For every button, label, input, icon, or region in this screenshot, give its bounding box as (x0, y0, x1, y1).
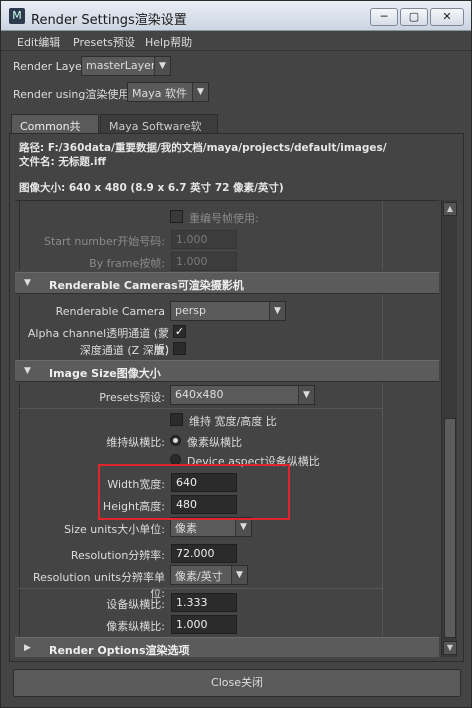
chevron-down-icon: ▼ (154, 57, 170, 75)
tab-maya-software[interactable]: Maya Software软件 (100, 114, 218, 149)
start-number-label: Start number开始号码: (43, 235, 165, 248)
divider (19, 408, 383, 409)
render-layer-value: masterLayer (86, 59, 156, 72)
device-aspect-ratio-field[interactable]: 1.333 (171, 593, 237, 612)
pixel-aspect-label: 像素纵横比 (187, 436, 242, 449)
output-filename: 文件名: 无标题.iff (19, 156, 106, 168)
render-options-title: Render Options渲染选项 (49, 644, 190, 657)
divider (19, 588, 383, 589)
size-units-dropdown[interactable]: 像素 ▼ (170, 517, 252, 537)
render-settings-window: M Render Settings渲染设置 ─ ▢ ✕ Edit编辑 Prese… (0, 0, 472, 708)
output-path: 路径: F:/360data/重要数据/我的文档/maya/projects/d… (19, 142, 387, 154)
alpha-channel-checkbox[interactable]: ✓ (173, 325, 186, 338)
triangle-down-icon: ▼ (24, 278, 31, 288)
close-button[interactable]: Close关闭 (13, 669, 461, 697)
title-bar: M Render Settings渲染设置 ─ ▢ ✕ (1, 1, 471, 31)
resolution-field[interactable]: 72.000 (171, 544, 237, 563)
renumber-frames-label: 重编号帧使用: (189, 212, 259, 225)
renderable-cameras-title: Renderable Cameras可渲染摄影机 (49, 279, 244, 292)
presets-dropdown[interactable]: 640x480 ▼ (170, 385, 315, 405)
image-size-title: Image Size图像大小 (49, 367, 161, 380)
image-size-summary: 图像大小: 640 x 480 (8.9 x 6.7 英寸 72 像素/英寸) (19, 182, 284, 194)
maintain-aspect-label: 维持纵横比: (106, 436, 165, 449)
render-using-label: Render using渲染使用: (13, 88, 134, 101)
render-layer-label: Render Layer (13, 60, 87, 73)
tab-common[interactable]: Common共用 (11, 114, 99, 149)
renderable-camera-dropdown[interactable]: persp ▼ (170, 301, 286, 321)
depth-channel-checkbox[interactable] (173, 342, 186, 355)
triangle-down-icon: ▼ (24, 366, 31, 376)
minimize-button[interactable]: ─ (370, 8, 398, 26)
resolution-units-value: 像素/英寸 (175, 570, 223, 583)
render-using-value: Maya 软件 (132, 87, 187, 100)
scroll-up-icon[interactable]: ▲ (443, 202, 457, 216)
chevron-down-icon: ▼ (269, 302, 285, 320)
triangle-right-icon: ▶ (24, 643, 31, 653)
size-units-label: Size units大小单位: (64, 523, 165, 536)
by-frame-field[interactable]: 1.000 (171, 252, 237, 271)
resolution-units-dropdown[interactable]: 像素/英寸 ▼ (170, 565, 248, 585)
menu-help[interactable]: Help帮助 (145, 34, 192, 50)
by-frame-label: By frame按帧: (89, 257, 165, 270)
maintain-ratio-checkbox[interactable] (170, 413, 183, 426)
pixel-aspect-ratio-label: 像素纵横比: (106, 620, 165, 633)
renderable-camera-label: Renderable Camera (55, 305, 165, 318)
settings-scroll-area[interactable]: 重编号帧使用: Start number开始号码: 1.000 By frame… (15, 200, 439, 657)
chevron-down-icon: ▼ (298, 386, 314, 404)
presets-value: 640x480 (175, 388, 224, 401)
scrollbar-thumb[interactable] (444, 418, 456, 638)
render-layer-dropdown[interactable]: masterLayer ▼ (81, 56, 171, 76)
renumber-frames-checkbox[interactable] (170, 210, 183, 223)
pixel-aspect-ratio-field[interactable]: 1.000 (171, 615, 237, 634)
renderable-cameras-header[interactable]: ▼ Renderable Cameras可渲染摄影机 (15, 272, 439, 294)
scroll-down-icon[interactable]: ▼ (443, 641, 457, 655)
maya-app-icon: M (9, 8, 25, 24)
chevron-down-icon: ▼ (231, 566, 247, 584)
image-size-header[interactable]: ▼ Image Size图像大小 (15, 360, 439, 382)
presets-label: Presets预设: (99, 391, 165, 404)
renderable-camera-value: persp (175, 304, 206, 317)
size-units-value: 像素 (175, 522, 197, 535)
pixel-aspect-radio[interactable] (170, 435, 181, 446)
vertical-scrollbar[interactable]: ▲ ▼ (441, 200, 457, 657)
chevron-down-icon: ▼ (235, 518, 251, 536)
menu-presets[interactable]: Presets预设 (73, 34, 135, 50)
window-title: Render Settings渲染设置 (31, 13, 187, 28)
close-window-button[interactable]: ✕ (430, 8, 464, 26)
width-height-highlight (98, 464, 290, 520)
resolution-label: Resolution分辨率: (70, 549, 165, 562)
menu-edit[interactable]: Edit编辑 (17, 34, 60, 50)
render-options-header[interactable]: ▶ Render Options渲染选项 (15, 637, 439, 657)
depth-channel-label: 深度通道 (Z 深度) (79, 344, 169, 357)
maximize-button[interactable]: ▢ (400, 8, 428, 26)
chevron-down-icon: ▼ (192, 83, 208, 101)
maintain-ratio-label: 维持 宽度/高度 比 (189, 415, 277, 428)
menu-bar: Edit编辑 Presets预设 Help帮助 (1, 31, 471, 51)
start-number-field[interactable]: 1.000 (171, 230, 237, 249)
device-aspect-ratio-label: 设备纵横比: (106, 598, 165, 611)
render-using-dropdown[interactable]: Maya 软件 ▼ (127, 82, 209, 102)
